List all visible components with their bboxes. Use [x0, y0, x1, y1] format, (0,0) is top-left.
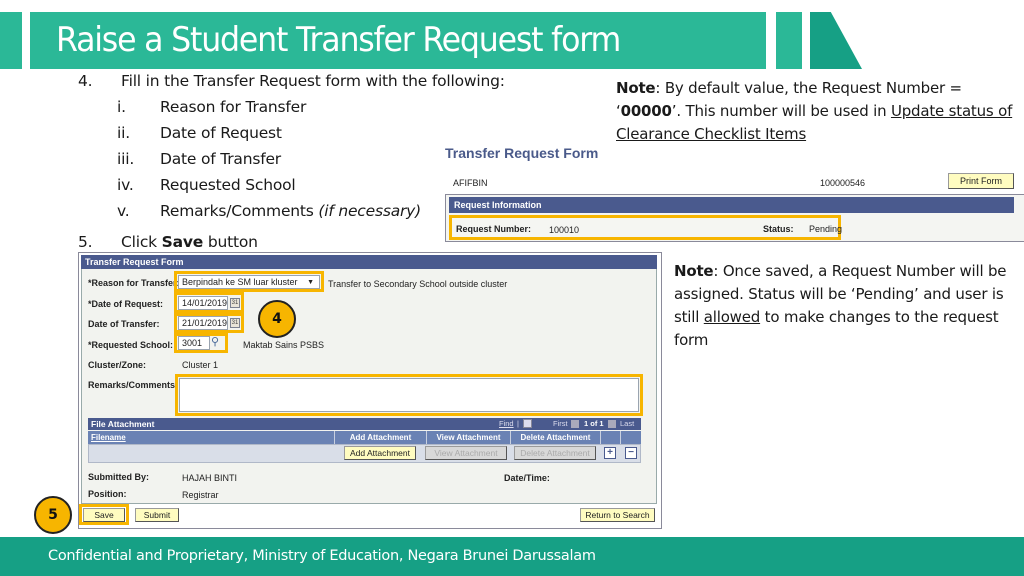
status-value: Pending	[809, 224, 843, 234]
step-text: button	[203, 233, 258, 251]
user-id: AFIFBIN	[453, 178, 488, 188]
column-delete-attachment: Delete Attachment	[510, 431, 600, 444]
sub-item-text: Date of Request	[160, 124, 282, 142]
add-attachment-button[interactable]: Add Attachment	[344, 446, 416, 460]
reason-description: Transfer to Secondary School outside clu…	[328, 279, 508, 289]
position-label: Position:	[88, 489, 127, 499]
grid-nav-separator: |	[517, 419, 519, 428]
form-header: Transfer Request Form	[81, 255, 657, 269]
view-attachment-button: View Attachment	[425, 446, 507, 460]
save-button[interactable]: Save	[83, 508, 125, 522]
submitted-by-value: HAJAH BINTI	[182, 473, 238, 483]
date-request-label: *Date of Request:	[88, 299, 164, 309]
step-number: 5.	[78, 233, 93, 251]
sub-item-text: Reason for Transfer	[160, 98, 307, 116]
note-once-saved: Note: Once saved, a Request Number will …	[674, 260, 1019, 352]
sub-item-number: ii.	[117, 124, 130, 142]
column-view-attachment: View Attachment	[426, 431, 510, 444]
date-transfer-label: Date of Transfer:	[88, 319, 160, 329]
calendar-icon[interactable]: 31	[230, 298, 240, 308]
calendar-icon[interactable]: 31	[230, 318, 240, 328]
slide-title: Raise a Student Transfer Request form	[56, 20, 621, 60]
dropdown-arrow-icon: ▼	[307, 279, 314, 286]
request-number-value: 100010	[549, 225, 580, 235]
remarks-textarea[interactable]	[179, 378, 639, 412]
note-value: 00000	[620, 102, 672, 120]
request-info-header: Request Information	[449, 197, 1014, 213]
note-underlined-text: allowed	[703, 308, 761, 326]
step-5-badge: 5	[34, 496, 72, 534]
view-all-icon[interactable]	[523, 419, 532, 428]
column-filename[interactable]: Filename	[88, 431, 334, 444]
first-label[interactable]: First	[553, 418, 568, 430]
print-form-button[interactable]: Print Form	[948, 173, 1014, 189]
next-arrow-icon[interactable]	[608, 420, 616, 428]
column-add-row	[600, 431, 620, 444]
sub-item-number: iii.	[117, 150, 135, 168]
step-bold-text: Save	[161, 233, 204, 251]
sub-item-italic-text: (if necessary)	[318, 202, 422, 220]
note-default-request-number: Note: By default value, the Request Numb…	[616, 79, 1013, 143]
sub-item-number: iv.	[117, 176, 134, 194]
step-number: 4.	[78, 72, 93, 90]
employee-id: 100000546	[820, 178, 866, 188]
note-label: Note	[616, 79, 656, 97]
add-row-icon[interactable]: +	[604, 447, 616, 459]
submit-button[interactable]: Submit	[135, 508, 179, 522]
header-stripe	[776, 12, 802, 69]
reason-select-value: Berpindah ke SM luar kluster	[182, 277, 298, 287]
lookup-icon[interactable]: ⚲	[211, 335, 219, 348]
school-input[interactable]: 3001	[178, 336, 210, 350]
school-label: *Requested School:	[88, 340, 174, 350]
return-to-search-button[interactable]: Return to Search	[580, 508, 655, 522]
reason-select[interactable]: Berpindah ke SM luar kluster ▼	[178, 275, 320, 289]
cluster-label: Cluster/Zone:	[88, 360, 147, 370]
submitted-by-label: Submitted By:	[88, 472, 150, 482]
sub-item-number: v.	[117, 202, 130, 220]
delete-attachment-button: Delete Attachment	[514, 446, 596, 460]
school-name: Maktab Sains PSBS	[243, 340, 325, 350]
step-4-badge: 4	[258, 300, 296, 338]
reason-label: *Reason for Transfer:	[88, 278, 180, 288]
date-request-input[interactable]: 14/01/2019	[178, 296, 228, 310]
remarks-label: Remarks/Comments:	[88, 380, 179, 390]
sub-item-number: i.	[117, 98, 126, 116]
header-trapezoid	[810, 12, 862, 69]
header-accent-bar	[0, 12, 22, 69]
sub-item-text: Remarks/Comments	[160, 202, 319, 220]
position-value: Registrar	[182, 490, 219, 500]
datetime-label: Date/Time:	[504, 473, 550, 483]
sub-item-text: Date of Transfer	[160, 150, 281, 168]
step-text: Click	[121, 233, 162, 251]
note-text: : By default value, the Request Number =	[655, 79, 962, 97]
request-number-label: Request Number:	[456, 224, 532, 234]
page-indicator: 1 of 1	[584, 419, 604, 428]
status-label: Status:	[763, 224, 794, 234]
sub-item-text: Requested School	[160, 176, 296, 194]
note-label: Note	[674, 262, 714, 280]
cluster-value: Cluster 1	[182, 360, 219, 370]
step-text: Fill in the Transfer Request form with t…	[121, 72, 505, 90]
column-add-attachment: Add Attachment	[334, 431, 426, 444]
find-link[interactable]: Find	[499, 418, 514, 430]
last-label[interactable]: Last	[620, 418, 634, 430]
prev-arrow-icon[interactable]	[571, 420, 579, 428]
date-transfer-input[interactable]: 21/01/2019	[178, 316, 228, 330]
column-delete-row	[620, 431, 641, 444]
footer-text: Confidential and Proprietary, Ministry o…	[48, 548, 596, 564]
request-panel-title: Transfer Request Form	[445, 145, 599, 161]
note-text: . This number will be used in	[676, 102, 891, 120]
delete-row-icon[interactable]: −	[625, 447, 637, 459]
